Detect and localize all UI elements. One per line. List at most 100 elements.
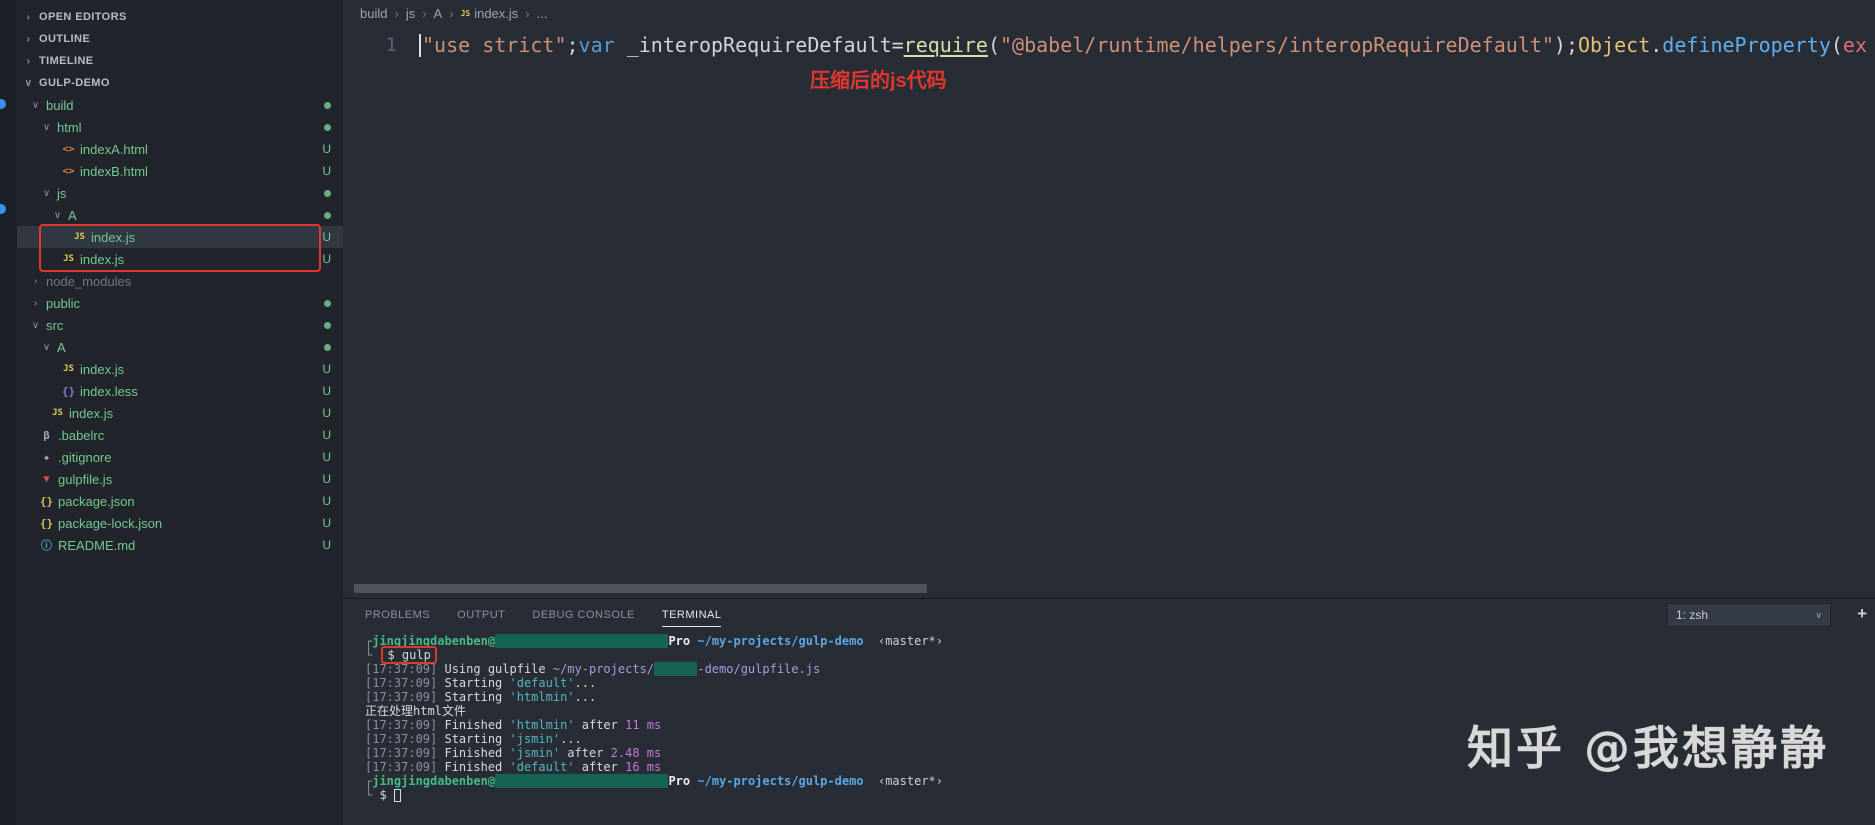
git-decoration: U (322, 164, 343, 178)
sidebar-section-outline[interactable]: › OUTLINE (17, 28, 343, 50)
terminal-text: Starting (437, 676, 510, 690)
panel-tab-output[interactable]: OUTPUT (457, 603, 505, 627)
tree-item-index-less[interactable]: {} index.less U (17, 380, 343, 402)
sidebar-sections: › OPEN EDITORS › OUTLINE › TIMELINE ∨ GULP-DEMO (17, 6, 343, 94)
tree-item-build[interactable]: ∨ build (17, 94, 343, 116)
js-file-icon: JS (63, 254, 74, 264)
sidebar-section-open-editors[interactable]: › OPEN EDITORS (17, 6, 343, 28)
git-decoration (324, 189, 343, 197)
json-file-icon: {} (39, 494, 54, 508)
terminal-text: Finished (437, 718, 510, 732)
terminal-text: Finished (437, 760, 510, 774)
terminal-text: Pro (668, 634, 691, 648)
code-token: _interopRequireDefault (614, 33, 892, 57)
tree-item-src[interactable]: ∨ src (17, 314, 343, 336)
panel-tab-terminal[interactable]: TERMINAL (661, 603, 722, 627)
untracked-badge: U (322, 450, 331, 464)
tree-item-label: node_modules (46, 273, 132, 289)
tree-item-readme-md[interactable]: ⓘ README.md U (17, 534, 343, 556)
shell-selector[interactable]: 1: zsh ∨ (1667, 603, 1831, 627)
modified-dot (324, 189, 331, 197)
git-decoration (324, 299, 343, 307)
tree-item-html[interactable]: ∨ html (17, 116, 343, 138)
panel-tab-problems[interactable]: PROBLEMS (365, 603, 430, 627)
gulp-file-icon: ▼ (43, 473, 50, 485)
section-label: GULP-DEMO (39, 77, 110, 89)
sidebar-section-gulp-demo[interactable]: ∨ GULP-DEMO (17, 72, 343, 94)
terminal-text: 'htmlmin' (509, 690, 575, 704)
terminal-text: after (574, 718, 626, 732)
breadcrumb-item-a[interactable]: A (434, 6, 443, 21)
tree-item-index-js[interactable]: JS index.js U (17, 226, 343, 248)
tree-item-index-js[interactable]: JS index.js U (17, 358, 343, 380)
tree-item-index-js[interactable]: JS index.js U (17, 248, 343, 270)
chevron-right-icon: › (26, 11, 31, 23)
code-token: defineProperty (1662, 33, 1831, 57)
git-decoration: U (322, 252, 343, 266)
breadcrumb-item-js[interactable]: js (406, 6, 415, 21)
terminal-text: 16 ms (625, 760, 662, 774)
code-token: = (891, 33, 904, 57)
panel-tab-bar: PROBLEMS OUTPUT DEBUG CONSOLE TERMINAL 1: z… (343, 599, 1875, 631)
terminal-text: -demo/gulpfile.js (697, 662, 821, 676)
git-decoration (324, 101, 343, 109)
babel-file-icon: β (43, 428, 50, 442)
code-line-content: "use strict";var _interopRequireDefault=… (422, 33, 1867, 57)
chevron-down-icon: ∨ (31, 319, 40, 331)
panel-tabs-container: PROBLEMS OUTPUT DEBUG CONSOLE TERMINAL (365, 603, 722, 627)
tree-item-label: public (46, 295, 80, 311)
tree-item-package-json[interactable]: {} package.json U (17, 490, 343, 512)
html-file-icon: <> (62, 143, 75, 155)
activity-bar[interactable] (0, 0, 17, 825)
tree-item-indexb-html[interactable]: <> indexB.html U (17, 160, 343, 182)
editor-area[interactable]: build › js › A › JS index.js ›... 1 "use strict"… (343, 0, 1875, 598)
code-line[interactable]: 1 "use strict";var _interopRequireDefaul… (343, 30, 1875, 60)
code-token: "@babel/runtime/helpers/interopRequireDe… (1000, 33, 1554, 57)
modified-dot (324, 211, 331, 219)
modified-dot (324, 343, 331, 351)
terminal-line: ┌jingjingdabenben@ Pro ~/my-projects/gul… (365, 634, 1875, 648)
terminal-text: 'jsmin' (509, 746, 561, 760)
git-decoration: U (322, 450, 343, 464)
tree-item--gitignore[interactable]: ◆ .gitignore U (17, 446, 343, 468)
less-file-icon: {} (61, 384, 76, 398)
tree-item-indexa-html[interactable]: <> indexA.html U (17, 138, 343, 160)
tree-item-a[interactable]: ∨ A (17, 336, 343, 358)
tree-item-label: package-lock.json (58, 515, 163, 531)
terminal-text: ... (574, 676, 597, 690)
tree-item--babelrc[interactable]: β .babelrc U (17, 424, 343, 446)
tree-item-package-lock-json[interactable]: {} package-lock.json U (17, 512, 343, 534)
terminal-text: 'default' (509, 676, 575, 690)
watermark: 知乎 @我想静静 (1466, 721, 1829, 775)
tree-item-js[interactable]: ∨ js (17, 182, 343, 204)
sidebar-section-timeline[interactable]: › TIMELINE (17, 50, 343, 72)
tree-item-node-modules[interactable]: › node_modules (17, 270, 343, 292)
terminal-text: [17:37:09] (365, 760, 438, 774)
terminal-line: └ $ (365, 788, 1875, 802)
new-terminal-button[interactable]: + (1857, 604, 1867, 624)
breadcrumb-item-build[interactable]: build (360, 6, 387, 21)
tree-item-public[interactable]: › public (17, 292, 343, 314)
terminal-text: [17:37:09] (365, 718, 438, 732)
terminal-text: $ gulp (387, 648, 431, 662)
redaction-block (654, 662, 698, 676)
untracked-badge: U (322, 428, 331, 442)
section-label: TIMELINE (39, 55, 94, 67)
breadcrumb-item--[interactable]: ... (537, 6, 548, 21)
tree-item-gulpfile-js[interactable]: ▼ gulpfile.js U (17, 468, 343, 490)
activity-badge-icon (0, 204, 6, 214)
breadcrumb-separator: › (525, 5, 530, 21)
tree-item-index-js[interactable]: JS index.js U (17, 402, 343, 424)
terminal-text: [17:37:09] (365, 662, 438, 676)
untracked-badge: U (322, 494, 331, 508)
tree-item-a[interactable]: ∨ A (17, 204, 343, 226)
horizontal-scrollbar[interactable] (354, 584, 927, 593)
breadcrumb-item-index-js[interactable]: JS index.js (461, 6, 519, 21)
annotation-compressed-js: 压缩后的js代码 (810, 70, 947, 92)
file-tree: ∨ build ∨ html <> indexA.html U <> indexB.html U ∨… (17, 94, 343, 556)
terminal-text: ~/my-projects/gulp-demo (690, 774, 864, 788)
git-decoration (324, 321, 343, 329)
untracked-badge: U (322, 230, 331, 244)
terminal-line: [17:37:09] Using gulpfile ~/my-projects/… (365, 662, 1875, 676)
panel-tab-debug-console[interactable]: DEBUG CONSOLE (532, 603, 634, 627)
